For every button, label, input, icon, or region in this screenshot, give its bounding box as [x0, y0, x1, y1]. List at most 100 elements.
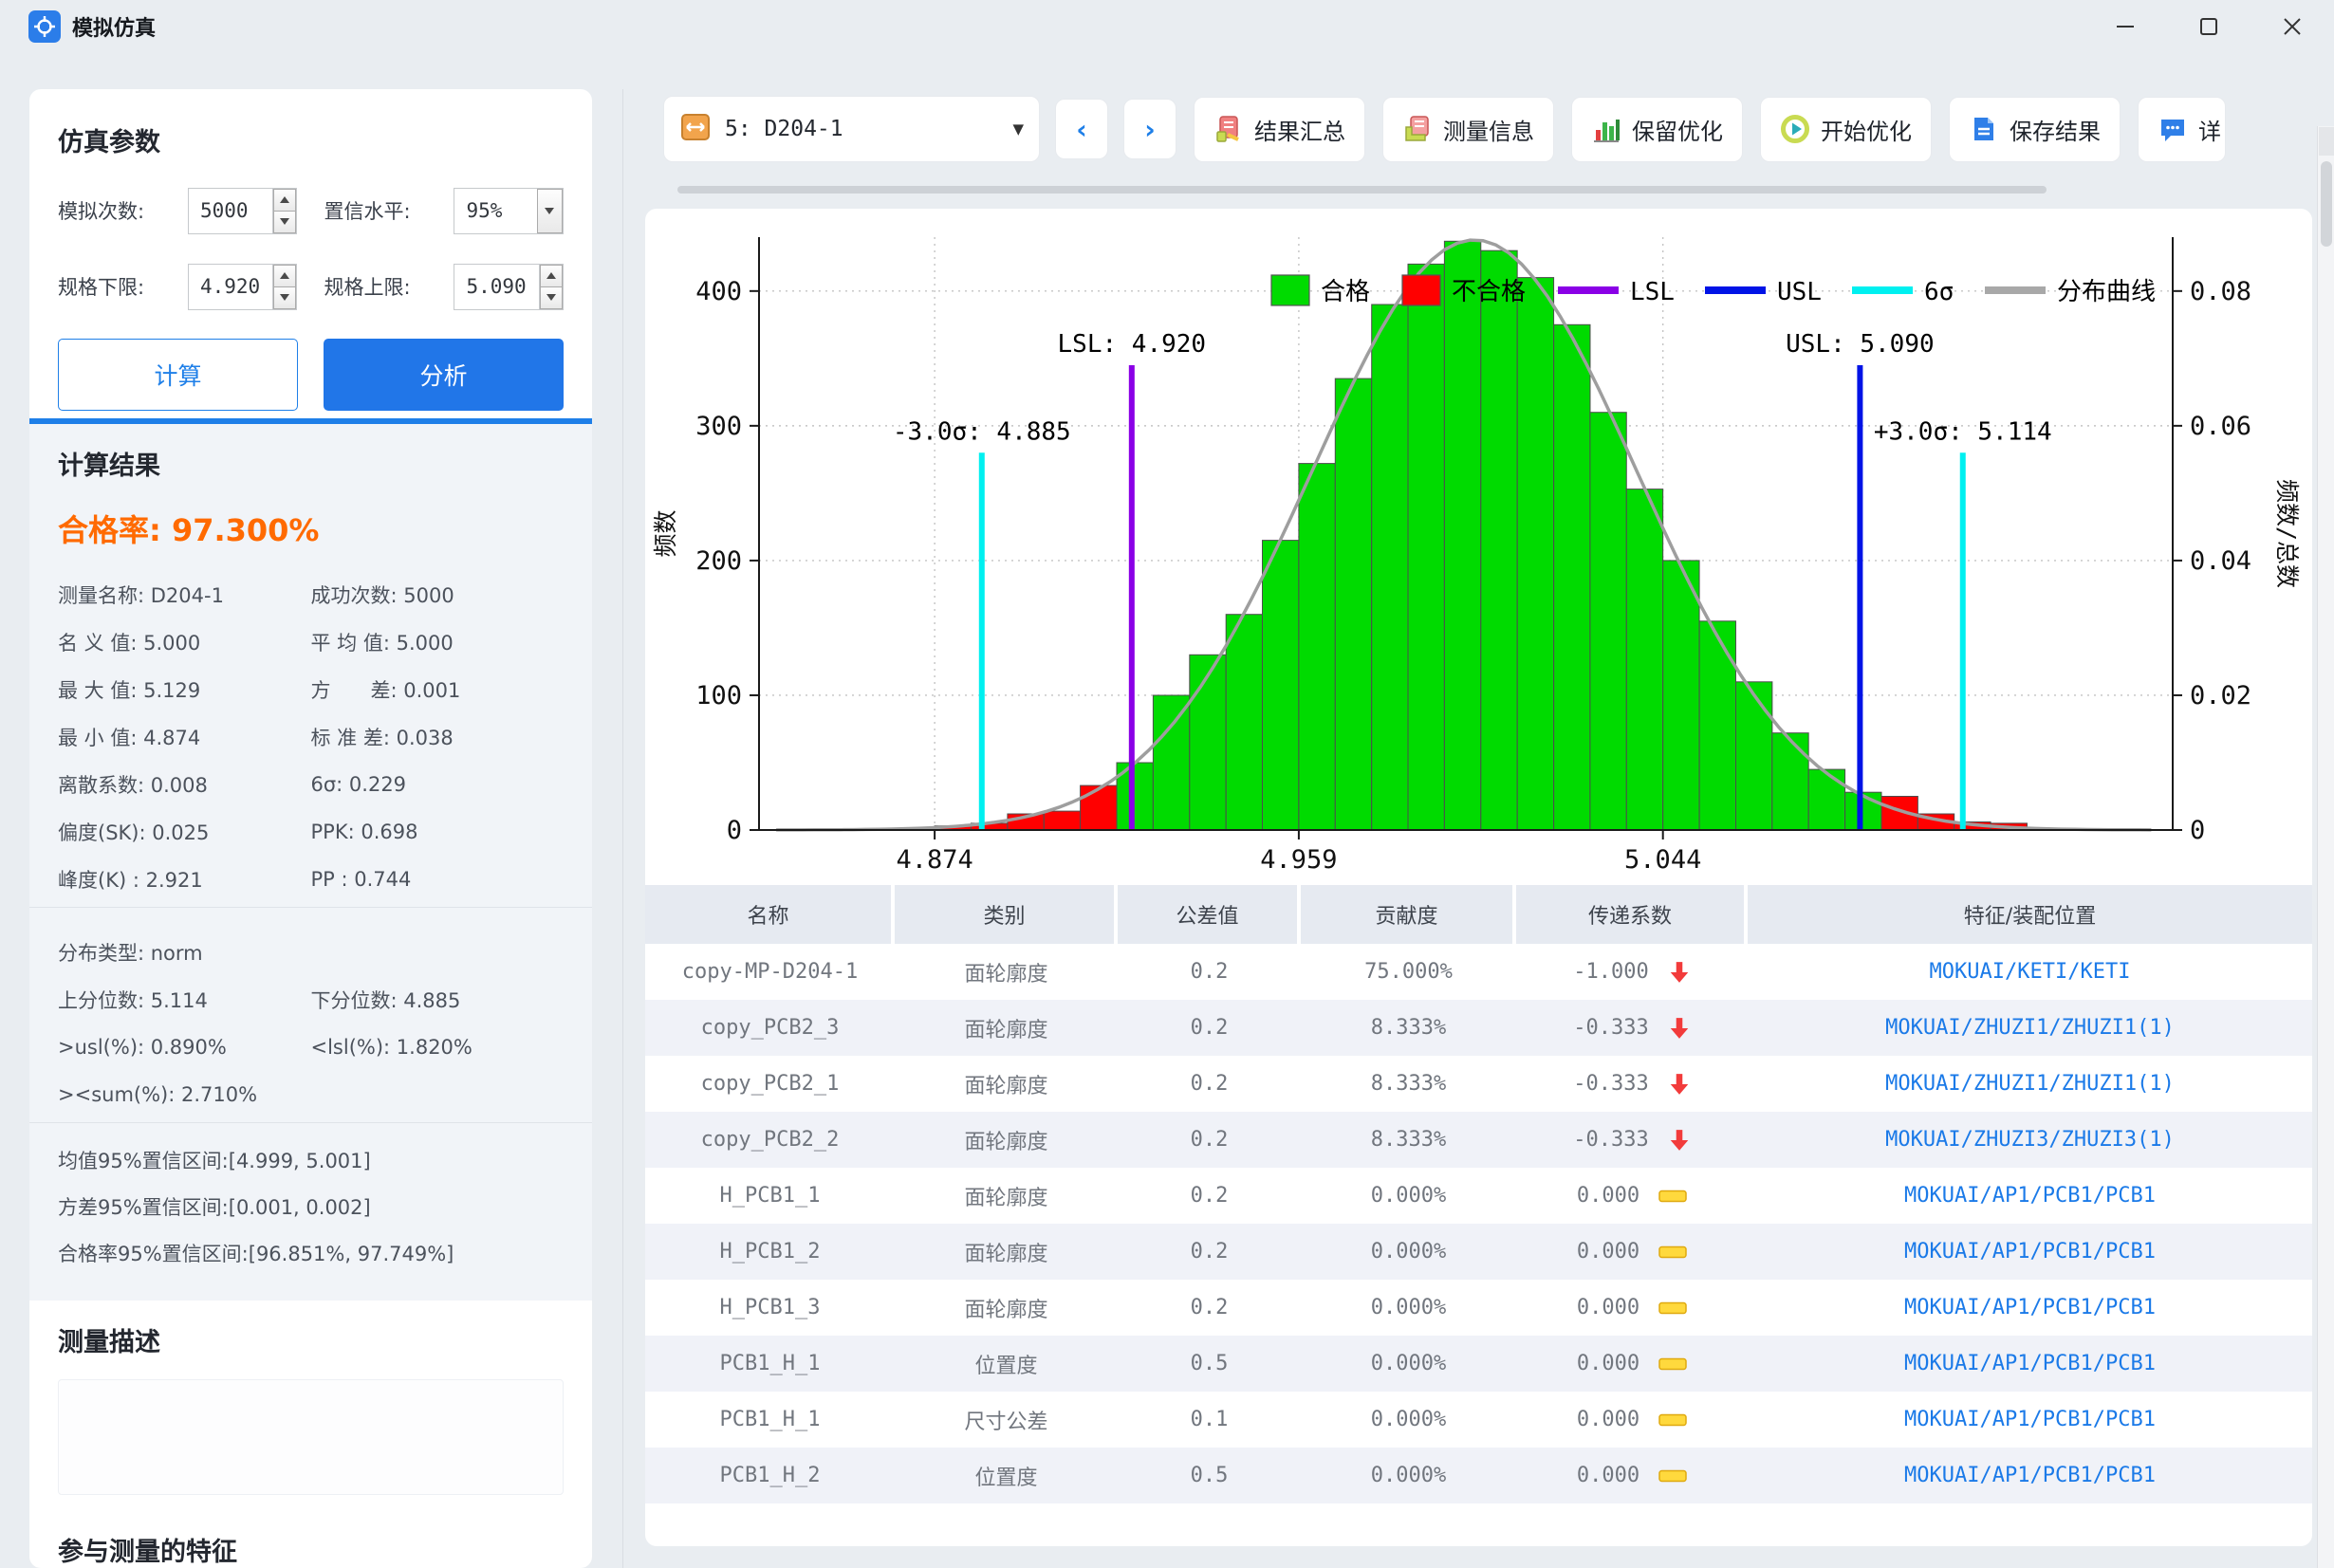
spin-up-button[interactable]	[273, 189, 296, 212]
calculate-button[interactable]: 计算	[58, 339, 298, 411]
trend-down-icon	[1668, 1017, 1691, 1040]
location-link[interactable]: MOKUAI/AP1/PCB1/PCB1	[1904, 1184, 2156, 1208]
location-link[interactable]: MOKUAI/ZHUZI1/ZHUZI1(1)	[1885, 1072, 2175, 1096]
cell-name: H_PCB1_2	[645, 1224, 895, 1280]
cell-tolerance: 0.5	[1118, 1336, 1301, 1392]
table-row[interactable]: H_PCB1_2面轮廓度0.20.000%0.000MOKUAI/AP1/PCB…	[645, 1224, 2312, 1280]
location-link[interactable]: MOKUAI/AP1/PCB1/PCB1	[1904, 1240, 2156, 1264]
table-row[interactable]: copy_PCB2_2面轮廓度0.28.333%-0.333MOKUAI/ZHU…	[645, 1112, 2312, 1168]
stat-row: 测量名称: D204-1成功次数: 5000	[58, 571, 564, 618]
cell-location: MOKUAI/ZHUZI1/ZHUZI1(1)	[1748, 1056, 2312, 1112]
table-row[interactable]: H_PCB1_3面轮廓度0.20.000%0.000MOKUAI/AP1/PCB…	[645, 1280, 2312, 1336]
legend-label: 合格	[1321, 278, 1370, 306]
stat-value: 分布类型: norm	[58, 938, 311, 967]
location-link[interactable]: MOKUAI/AP1/PCB1/PCB1	[1904, 1352, 2156, 1375]
vertical-scrollbar[interactable]	[2317, 126, 2334, 1568]
table-row[interactable]: PCB1_H_2位置度0.50.000%0.000MOKUAI/AP1/PCB1…	[645, 1448, 2312, 1503]
measurement-info-button[interactable]: 测量信息	[1383, 98, 1553, 161]
spin-down-button[interactable]	[273, 212, 296, 233]
stat-value: >usl(%): 0.890%	[58, 1036, 311, 1059]
confidence-select[interactable]: 95%	[454, 188, 564, 234]
table-row[interactable]: PCB1_H_1尺寸公差0.10.000%0.000MOKUAI/AP1/PCB…	[645, 1392, 2312, 1448]
stat-value: 离散系数: 0.008	[58, 770, 311, 799]
histogram-bar	[1590, 413, 1626, 830]
spec-upper-input[interactable]: 5.090	[454, 264, 564, 310]
cell-tolerance: 0.2	[1118, 944, 1301, 1000]
stat-value: 方 差: 0.001	[311, 675, 565, 704]
location-link[interactable]: MOKUAI/KETI/KETI	[1930, 960, 2131, 984]
measure-description-box[interactable]	[58, 1379, 564, 1495]
cell-coefficient: -0.333	[1516, 1112, 1748, 1168]
save-results-button[interactable]: 保存结果	[1950, 98, 2120, 161]
legend-line	[1558, 286, 1619, 294]
dropdown-arrow-icon[interactable]	[537, 189, 563, 233]
cell-coefficient: -0.333	[1516, 1056, 1748, 1112]
location-link[interactable]: MOKUAI/AP1/PCB1/PCB1	[1904, 1464, 2156, 1487]
cell-name: copy_PCB2_3	[645, 1000, 895, 1056]
histogram-bar	[1372, 304, 1408, 830]
confidence-interval-value: 均值95%置信区间:[4.999, 5.001]	[58, 1136, 564, 1183]
stat-row: 最 大 值: 5.129方 差: 0.001	[58, 666, 564, 713]
window-title: 模拟仿真	[72, 11, 156, 42]
spin-down-button[interactable]	[540, 287, 563, 309]
cell-category: 面轮廓度	[895, 1056, 1118, 1112]
pass-rate-value: 合格率: 97.300%	[58, 507, 564, 550]
close-button[interactable]	[2251, 0, 2334, 52]
spin-up-button[interactable]	[273, 265, 296, 287]
legend-label: 不合格	[1452, 278, 1526, 306]
cell-contribution: 0.000%	[1301, 1224, 1516, 1280]
next-button[interactable]: ›	[1124, 100, 1176, 158]
panel-splitter[interactable]	[622, 89, 623, 1568]
table-row[interactable]: copy_PCB2_1面轮廓度0.28.333%-0.333MOKUAI/ZHU…	[645, 1056, 2312, 1112]
table-row[interactable]: copy_PCB2_3面轮廓度0.28.333%-0.333MOKUAI/ZHU…	[645, 1000, 2312, 1056]
minimize-button[interactable]	[2084, 0, 2167, 52]
scroll-up-button[interactable]	[2319, 127, 2334, 156]
stat-value: 平 均 值: 5.000	[311, 628, 565, 656]
start-optimization-button[interactable]: 开始优化	[1761, 98, 1931, 161]
stat-value: 最 大 值: 5.129	[58, 675, 311, 704]
spec-lower-input[interactable]: 4.920	[188, 264, 298, 310]
histogram-bar	[1626, 489, 1662, 830]
trend-down-icon	[1668, 1073, 1691, 1096]
stat-row: 名 义 值: 5.000平 均 值: 5.000	[58, 618, 564, 666]
keep-optimization-button[interactable]: 保留优化	[1572, 98, 1742, 161]
cell-location: MOKUAI/AP1/PCB1/PCB1	[1748, 1224, 2312, 1280]
location-link[interactable]: MOKUAI/ZHUZI1/ZHUZI1(1)	[1885, 1016, 2175, 1040]
cell-coefficient: -1.000	[1516, 944, 1748, 1000]
location-link[interactable]: MOKUAI/AP1/PCB1/PCB1	[1904, 1296, 2156, 1319]
cell-coefficient: 0.000	[1516, 1336, 1748, 1392]
trend-flat-icon	[1658, 1190, 1687, 1203]
stat-value: 6σ: 0.229	[311, 773, 565, 796]
spin-up-button[interactable]	[540, 265, 563, 287]
table-row[interactable]: H_PCB1_1面轮廓度0.20.000%0.000MOKUAI/AP1/PCB…	[645, 1168, 2312, 1224]
measurement-selector[interactable]: 5: D204-1 ▼	[664, 97, 1039, 161]
results-summary-button[interactable]: 结果汇总	[1195, 98, 1364, 161]
cell-location: MOKUAI/AP1/PCB1/PCB1	[1748, 1336, 2312, 1392]
table-row[interactable]: PCB1_H_1位置度0.50.000%0.000MOKUAI/AP1/PCB1…	[645, 1336, 2312, 1392]
cell-contribution: 0.000%	[1301, 1392, 1516, 1448]
table-row[interactable]: copy-MP-D204-1面轮廓度0.275.000%-1.000MOKUAI…	[645, 944, 2312, 1000]
confidence-interval-value: 合格率95%置信区间:[96.851%, 97.749%]	[58, 1229, 564, 1276]
location-link[interactable]: MOKUAI/AP1/PCB1/PCB1	[1904, 1408, 2156, 1431]
horizontal-scrollbar[interactable]	[677, 186, 2047, 194]
cell-tolerance: 0.2	[1118, 1280, 1301, 1336]
cell-contribution: 0.000%	[1301, 1336, 1516, 1392]
location-link[interactable]: MOKUAI/ZHUZI3/ZHUZI3(1)	[1885, 1128, 2175, 1152]
maximize-button[interactable]	[2167, 0, 2251, 52]
trend-flat-icon	[1658, 1357, 1687, 1371]
svg-text:100: 100	[695, 681, 742, 710]
scrollbar-thumb[interactable]	[2321, 161, 2332, 247]
stat-value: <lsl(%): 1.820%	[311, 1036, 565, 1059]
spin-down-button[interactable]	[273, 287, 296, 309]
analyze-button[interactable]: 分析	[324, 339, 564, 411]
svg-text:0: 0	[727, 816, 742, 845]
stat-row: >usl(%): 0.890%<lsl(%): 1.820%	[58, 1024, 564, 1071]
cell-coefficient: 0.000	[1516, 1224, 1748, 1280]
prev-button[interactable]: ‹	[1056, 100, 1107, 158]
table-header-row: 名称类别公差值贡献度传递系数特征/装配位置	[645, 885, 2312, 944]
histogram-bar	[1408, 264, 1444, 830]
svg-text:0.08: 0.08	[2190, 277, 2251, 306]
sim-count-input[interactable]: 5000	[188, 188, 298, 234]
calculation-results-section: 计算结果 合格率: 97.300% 测量名称: D204-1成功次数: 5000…	[29, 424, 592, 1301]
details-button[interactable]: 详	[2139, 98, 2225, 161]
